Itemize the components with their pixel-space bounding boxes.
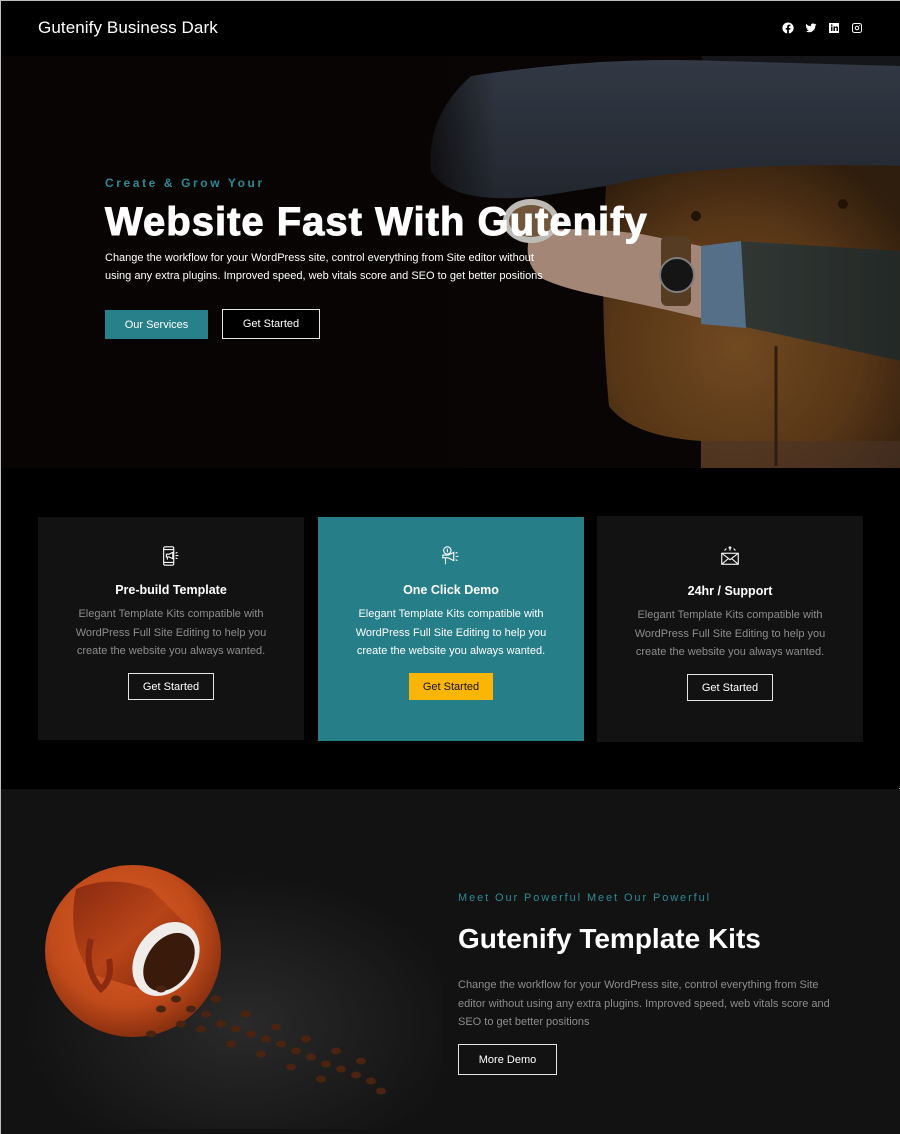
feature-get-started-button[interactable]: Get Started — [409, 673, 493, 700]
feature-card-prebuild-template: Pre-build Template Elegant Template Kits… — [38, 517, 304, 740]
feature-card-description: Elegant Template Kits compatible with Wo… — [634, 609, 826, 658]
facebook-icon[interactable] — [782, 22, 794, 34]
twitter-icon[interactable] — [805, 22, 817, 34]
more-demo-button[interactable]: More Demo — [458, 1044, 557, 1075]
site-header: Gutenify Business Dark — [1, 1, 900, 56]
envelope-arrows-icon — [719, 545, 741, 567]
hero-kicker: Create & Grow Your — [105, 176, 265, 190]
feature-card-one-click-demo: One Click Demo Elegant Template Kits com… — [318, 517, 584, 741]
feature-card-title: One Click Demo — [403, 583, 499, 597]
instagram-icon[interactable] — [851, 22, 863, 34]
feature-card-title: 24hr / Support — [687, 584, 773, 598]
hero-get-started-button[interactable]: Get Started — [222, 309, 320, 339]
kits-title: Gutenify Template Kits — [458, 923, 761, 954]
megaphone-bulb-icon — [440, 545, 462, 567]
feature-card-description: Elegant Template Kits compatible with Wo… — [75, 608, 267, 657]
kits-kicker: Meet Our Powerful Meet Our Powerful — [458, 892, 711, 904]
linkedin-icon[interactable] — [828, 22, 840, 34]
feature-get-started-button[interactable]: Get Started — [687, 674, 773, 701]
template-kits-section: Meet Our Powerful Meet Our Powerful Gute… — [1, 789, 900, 1134]
social-links — [782, 22, 863, 34]
our-services-button[interactable]: Our Services — [105, 310, 208, 339]
hero-description: Change the workflow for your WordPress s… — [105, 252, 543, 282]
feature-card-title: Pre-build Template — [115, 583, 227, 597]
feature-get-started-button[interactable]: Get Started — [128, 673, 214, 700]
coffee-cup-image — [1, 829, 441, 1129]
kits-description: Change the workflow for your WordPress s… — [458, 979, 830, 1029]
mobile-megaphone-icon — [160, 545, 182, 567]
feature-card-24hr-support: 24hr / Support Elegant Template Kits com… — [597, 516, 863, 742]
site-title-link[interactable]: Gutenify Business Dark — [38, 18, 218, 38]
hero-title: Website Fast With Gutenify — [105, 200, 648, 245]
feature-card-description: Elegant Template Kits compatible with Wo… — [355, 608, 547, 657]
features-section: Pre-build Template Elegant Template Kits… — [1, 468, 900, 788]
hero-section: Create & Grow Your Website Fast With Gut… — [1, 56, 900, 468]
